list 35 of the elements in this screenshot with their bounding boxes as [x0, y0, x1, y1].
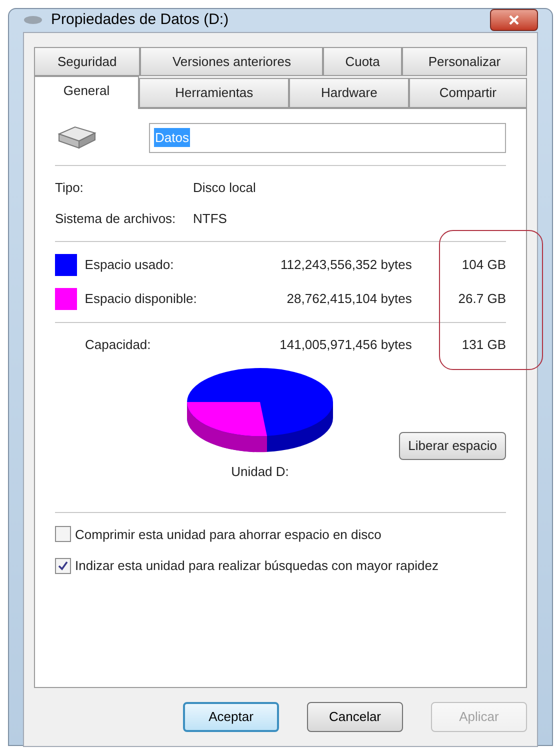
size-value: 131 GB	[460, 336, 506, 354]
close-icon	[509, 15, 519, 26]
space-label: Espacio usado:	[84, 256, 175, 274]
tab[interactable]: Herramientas	[138, 78, 290, 108]
close-button[interactable]	[490, 9, 538, 32]
field-value: Disco local	[193, 178, 256, 196]
field-label: Sistema de archivos:	[55, 210, 177, 228]
size-value: 26.7 GB	[457, 290, 506, 308]
chart-caption: Unidad D:	[231, 463, 289, 481]
tab[interactable]: Compartir	[408, 78, 527, 108]
field-label: Tipo:	[55, 178, 84, 197]
tab[interactable]: Personalizar	[402, 46, 527, 76]
checkbox-label: Indizar esta unidad para realizar búsquedas con mayor rapidez	[75, 557, 438, 575]
space-label: Capacidad:	[85, 336, 152, 354]
drive-icon	[55, 124, 99, 152]
bytes-value: 28,762,415,104 bytes	[286, 290, 412, 308]
bytes-value: 141,005,971,456 bytes	[278, 336, 412, 354]
tab[interactable]: Versiones anteriores	[140, 46, 324, 76]
dialog-button[interactable]: Aceptar	[183, 702, 279, 732]
tab[interactable]: General	[34, 76, 139, 108]
checkmark-icon	[58, 560, 68, 571]
bytes-value: 112,243,556,352 bytes	[280, 256, 412, 274]
checkbox-label: Comprimir esta unidad para ahorrar espacio en disco	[75, 526, 382, 544]
checkbox[interactable]	[55, 558, 71, 574]
size-value: 104 GB	[460, 256, 506, 274]
space-label: Espacio disponible:	[84, 290, 198, 308]
dialog-button[interactable]: Cancelar	[307, 702, 403, 732]
field-value: NTFS	[193, 210, 227, 228]
tab[interactable]: Seguridad	[34, 46, 140, 76]
cleanup-button[interactable]: Liberar espacio	[399, 432, 506, 460]
tab[interactable]: Cuota	[323, 46, 402, 76]
window-title: Propiedades de Datos (D:)	[51, 10, 229, 30]
tab[interactable]: Hardware	[289, 78, 409, 108]
checkbox[interactable]	[55, 526, 71, 542]
drive-icon	[23, 15, 43, 26]
